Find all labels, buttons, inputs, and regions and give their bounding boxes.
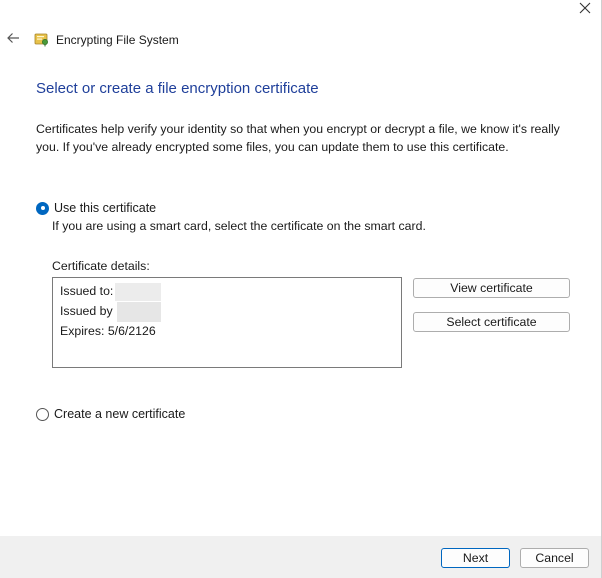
- cancel-button[interactable]: Cancel: [520, 548, 589, 568]
- page-title: Select or create a file encryption certi…: [36, 80, 319, 97]
- redacted-issued-to: [115, 283, 161, 301]
- create-certificate-radio[interactable]: [36, 407, 49, 421]
- certificate-details-label: Certificate details:: [52, 259, 150, 273]
- redacted-issued-by: [117, 302, 161, 322]
- back-button[interactable]: [4, 30, 22, 50]
- create-certificate-label: Create a new certificate: [54, 407, 186, 421]
- close-button[interactable]: [574, 0, 596, 20]
- use-certificate-option[interactable]: Use this certificate: [36, 201, 156, 215]
- use-certificate-label: Use this certificate: [54, 201, 157, 215]
- expires-text: Expires: 5/6/2126: [60, 324, 156, 338]
- view-certificate-button[interactable]: View certificate: [413, 278, 570, 298]
- certificate-key-icon: [34, 31, 50, 47]
- smart-card-hint: If you are using a smart card, select th…: [52, 219, 426, 233]
- title-bar: Encrypting File System: [0, 28, 600, 52]
- create-certificate-option[interactable]: Create a new certificate: [36, 407, 185, 421]
- footer-bar: Next Cancel: [0, 536, 601, 578]
- issued-by-text: Issued by: [60, 304, 113, 318]
- next-button[interactable]: Next: [441, 548, 510, 568]
- close-icon: [579, 1, 591, 19]
- window-title: Encrypting File System: [56, 33, 179, 47]
- back-arrow-icon: [6, 31, 20, 49]
- select-certificate-button[interactable]: Select certificate: [413, 312, 570, 332]
- certificate-details-box: Issued to: Issued by Expires: 5/6/2126: [52, 277, 402, 368]
- page-description: Certificates help verify your identity s…: [36, 122, 560, 154]
- use-certificate-radio[interactable]: [36, 201, 49, 215]
- issued-to-text: Issued to:: [60, 284, 114, 298]
